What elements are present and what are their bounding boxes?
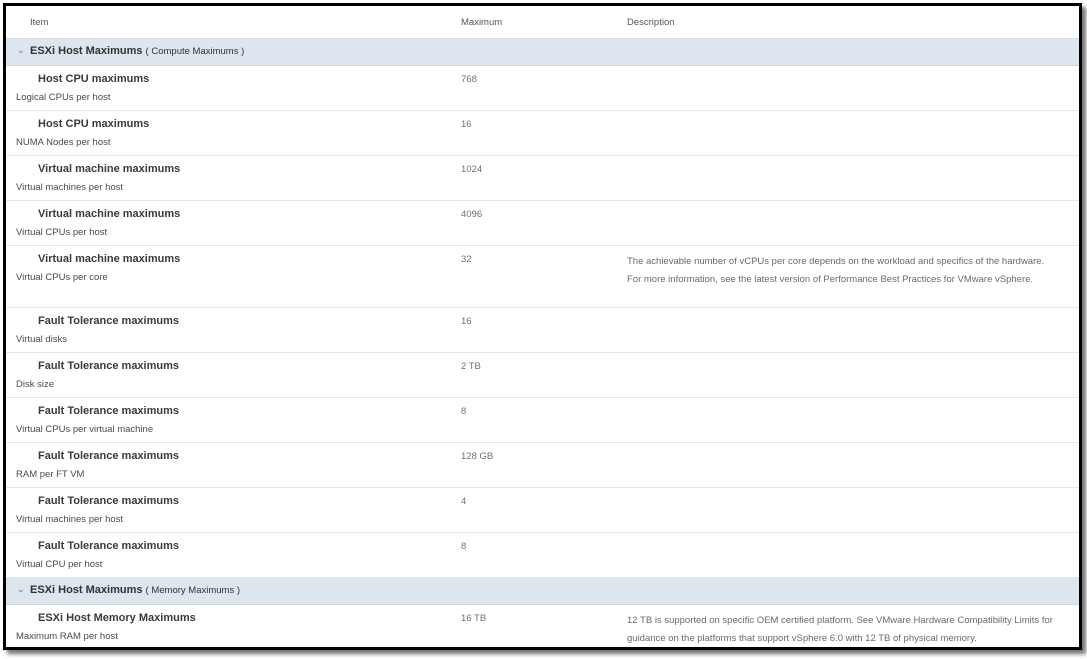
table-row[interactable]: Host CPU maximums Logical CPUs per host … <box>6 66 1079 111</box>
row-subtitle: Logical CPUs per host <box>16 92 111 103</box>
row-maximum: 8 <box>461 406 467 417</box>
row-subtitle: Virtual disks <box>16 334 68 345</box>
table-header: Item Maximum Description <box>6 6 1079 39</box>
group-header-compute[interactable]: ⌄ ESXi Host Maximums ( Compute Maximums … <box>6 39 1079 66</box>
row-description: 12 TB is supported on specific OEM certi… <box>627 615 1053 644</box>
row-subtitle: Virtual CPUs per virtual machine <box>16 424 154 435</box>
row-maximum: 2 TB <box>461 361 481 372</box>
group-subtitle: ( Compute Maximums ) <box>145 46 245 57</box>
group-label: ESXi Host Maximums ( Memory Maximums ) <box>30 584 240 596</box>
row-maximum: 4096 <box>461 209 483 220</box>
row-title: Virtual machine maximums <box>38 253 181 265</box>
table-row[interactable]: Fault Tolerance maximums Disk size 2 TB <box>6 353 1079 398</box>
chevron-down-icon[interactable]: ⌄ <box>17 45 25 56</box>
table-row[interactable]: Virtual machine maximums Virtual CPUs pe… <box>6 246 1079 308</box>
row-title: Host CPU maximums <box>38 118 150 130</box>
row-subtitle: Disk size <box>16 379 55 390</box>
table-row[interactable]: Virtual machine maximums Virtual machine… <box>6 156 1079 201</box>
row-maximum: 32 <box>461 254 472 265</box>
table-row[interactable]: Virtual machine maximums Virtual CPUs pe… <box>6 201 1079 246</box>
group-subtitle: ( Memory Maximums ) <box>145 585 241 596</box>
row-subtitle: NUMA Nodes per host <box>16 137 111 148</box>
table-row[interactable]: Fault Tolerance maximums Virtual disks 1… <box>6 308 1079 353</box>
table-row[interactable]: Fault Tolerance maximums Virtual machine… <box>6 488 1079 533</box>
group-header-memory[interactable]: ⌄ ESXi Host Maximums ( Memory Maximums ) <box>6 578 1079 605</box>
row-title: Virtual machine maximums <box>38 208 181 220</box>
row-title: Host CPU maximums <box>38 73 150 85</box>
row-description: The achievable number of vCPUs per core … <box>627 256 1045 285</box>
row-subtitle: Virtual machines per host <box>16 514 124 525</box>
row-maximum: 768 <box>461 74 477 85</box>
row-title: ESXi Host Memory Maximums <box>38 612 196 624</box>
row-maximum: 16 <box>461 119 472 130</box>
chevron-down-icon[interactable]: ⌄ <box>17 584 25 595</box>
row-subtitle: Virtual machines per host <box>16 182 124 193</box>
row-title: Virtual machine maximums <box>38 163 181 175</box>
group-title: ESXi Host Maximums <box>30 45 143 57</box>
row-title: Fault Tolerance maximums <box>38 540 180 552</box>
row-subtitle: Virtual CPUs per host <box>16 227 108 238</box>
column-header-maximum[interactable]: Maximum <box>461 17 502 28</box>
table-row[interactable]: Fault Tolerance maximums Virtual CPUs pe… <box>6 398 1079 443</box>
row-title: Fault Tolerance maximums <box>38 315 180 327</box>
row-subtitle: RAM per FT VM <box>16 469 85 480</box>
maximums-table: Item Maximum Description ⌄ ESXi Host Max… <box>3 3 1082 650</box>
table-row[interactable]: ESXi Host Memory Maximums Maximum RAM pe… <box>6 605 1079 647</box>
row-maximum: 8 <box>461 541 467 552</box>
column-header-item[interactable]: Item <box>30 17 48 28</box>
row-subtitle: Maximum RAM per host <box>16 631 118 642</box>
table-row[interactable]: Host CPU maximums NUMA Nodes per host 16 <box>6 111 1079 156</box>
column-header-description[interactable]: Description <box>627 17 675 28</box>
row-title: Fault Tolerance maximums <box>38 450 180 462</box>
row-title: Fault Tolerance maximums <box>38 495 180 507</box>
row-maximum: 1024 <box>461 164 483 175</box>
table-row[interactable]: Fault Tolerance maximums RAM per FT VM 1… <box>6 443 1079 488</box>
table-row[interactable]: Fault Tolerance maximums Virtual CPU per… <box>6 533 1079 578</box>
row-maximum: 128 GB <box>461 451 494 462</box>
row-maximum: 16 <box>461 316 472 327</box>
row-maximum: 16 TB <box>461 613 487 624</box>
row-subtitle: Virtual CPUs per core <box>16 272 108 283</box>
row-subtitle: Virtual CPU per host <box>16 559 103 570</box>
group-label: ESXi Host Maximums ( Compute Maximums ) <box>30 45 244 57</box>
group-title: ESXi Host Maximums <box>30 584 143 596</box>
row-title: Fault Tolerance maximums <box>38 360 180 372</box>
row-maximum: 4 <box>461 496 467 507</box>
row-title: Fault Tolerance maximums <box>38 405 180 417</box>
